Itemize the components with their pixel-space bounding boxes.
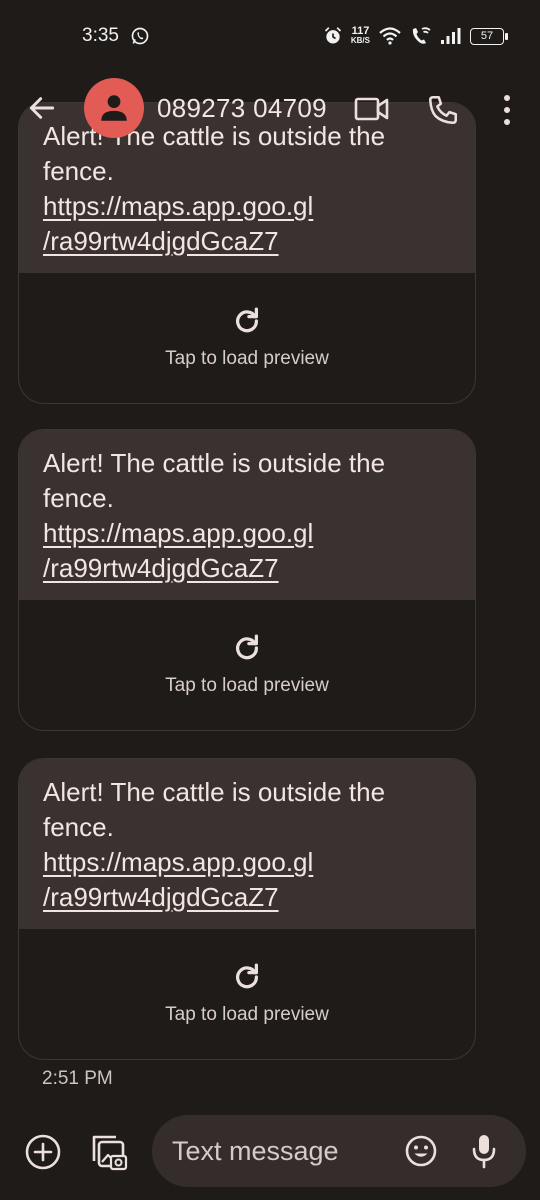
avatar[interactable] bbox=[84, 78, 144, 138]
wifi-calling-icon bbox=[412, 27, 431, 44]
video-call-icon[interactable] bbox=[354, 94, 390, 124]
load-preview-label: Tap to load preview bbox=[165, 1004, 329, 1025]
mic-icon[interactable] bbox=[470, 1133, 498, 1169]
message-body: Alert! The cattle is outside the fence. … bbox=[19, 759, 475, 929]
message-timestamp: 2:51 PM bbox=[42, 1068, 113, 1089]
refresh-icon bbox=[236, 963, 259, 989]
load-preview-button[interactable]: Tap to load preview bbox=[19, 600, 475, 730]
signal-icon bbox=[441, 28, 461, 44]
message-link[interactable]: https://maps.app.goo.gl/ra99rtw4djgdGcaZ… bbox=[43, 189, 451, 259]
load-preview-label: Tap to load preview bbox=[165, 675, 329, 696]
message-text: Alert! The cattle is outside the fence. bbox=[43, 448, 386, 513]
gallery-icon[interactable] bbox=[86, 1131, 128, 1173]
contact-name[interactable]: 089273 04709 bbox=[157, 93, 327, 124]
net-speed: 117 KB/S bbox=[350, 25, 370, 46]
message-link-line2: /ra99rtw4djgdGcaZ7 bbox=[43, 882, 279, 912]
net-speed-unit: KB/S bbox=[350, 36, 370, 45]
net-speed-value: 117 bbox=[351, 25, 370, 37]
status-time: 3:35 bbox=[82, 25, 119, 46]
message-link-line1: https://maps.app.goo.gl bbox=[43, 518, 314, 548]
refresh-icon bbox=[236, 634, 259, 660]
message-text: Alert! The cattle is outside the fence. bbox=[43, 777, 386, 842]
load-preview-button[interactable]: Tap to load preview bbox=[19, 929, 475, 1059]
message-link[interactable]: https://maps.app.goo.gl/ra99rtw4djgdGcaZ… bbox=[43, 845, 451, 915]
message-link-line2: /ra99rtw4djgdGcaZ7 bbox=[43, 226, 279, 256]
phone-icon[interactable] bbox=[426, 93, 460, 127]
load-preview-label: Tap to load preview bbox=[165, 348, 329, 369]
whatsapp-icon bbox=[131, 27, 149, 45]
message-link-line2: /ra99rtw4djgdGcaZ7 bbox=[43, 553, 279, 583]
message-list[interactable]: Alert! The cattle is outside the fence. … bbox=[0, 72, 540, 1105]
message-input[interactable] bbox=[172, 1133, 392, 1169]
conversation-header: 089273 04709 bbox=[0, 72, 540, 148]
message-link-line1: https://maps.app.goo.gl bbox=[43, 191, 314, 221]
refresh-icon bbox=[236, 307, 259, 333]
compose-bar bbox=[0, 1105, 540, 1200]
alarm-icon bbox=[324, 27, 341, 44]
emoji-icon[interactable] bbox=[404, 1134, 438, 1168]
message-bubble[interactable]: Alert! The cattle is outside the fence. … bbox=[18, 758, 476, 1060]
back-arrow-icon[interactable] bbox=[26, 92, 58, 124]
status-bar: 3:35 117 KB/S 57 bbox=[0, 0, 540, 72]
status-icons: 117 KB/S 57 bbox=[323, 24, 508, 48]
more-vert-icon[interactable] bbox=[496, 93, 518, 127]
load-preview-button[interactable]: Tap to load preview bbox=[19, 273, 475, 403]
message-link[interactable]: https://maps.app.goo.gl/ra99rtw4djgdGcaZ… bbox=[43, 516, 451, 586]
message-body: Alert! The cattle is outside the fence. … bbox=[19, 430, 475, 600]
message-field[interactable] bbox=[152, 1115, 526, 1187]
add-icon[interactable] bbox=[24, 1133, 62, 1171]
wifi-icon bbox=[379, 27, 401, 45]
message-bubble[interactable]: Alert! The cattle is outside the fence. … bbox=[18, 429, 476, 731]
battery-icon: 57 bbox=[470, 27, 508, 45]
person-icon bbox=[101, 95, 127, 121]
message-link-line1: https://maps.app.goo.gl bbox=[43, 847, 314, 877]
